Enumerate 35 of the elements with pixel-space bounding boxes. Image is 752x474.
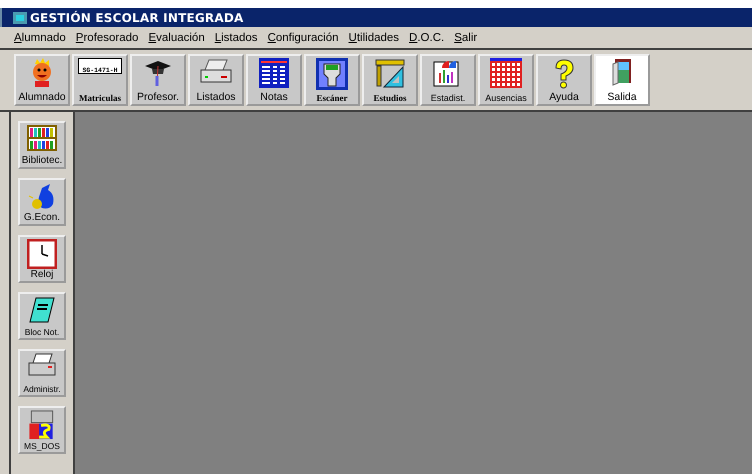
menu-item[interactable]: Profesorado xyxy=(72,32,142,44)
sidebar-button[interactable]: Bloc Not. xyxy=(18,292,66,340)
sidebar-button[interactable]: Bibliotec. xyxy=(18,121,66,169)
toolbar-button[interactable]: Alumnado xyxy=(14,54,70,106)
calendar-grid-icon xyxy=(490,58,522,88)
toolbar-button[interactable]: Escáner xyxy=(304,54,360,106)
menu-item[interactable]: Listados xyxy=(210,32,262,44)
app-icon xyxy=(13,12,27,24)
toolbar-button[interactable]: Notas xyxy=(246,54,302,106)
menu-item[interactable]: Evaluación xyxy=(144,32,209,44)
notepad-icon xyxy=(28,296,56,324)
menu-item[interactable]: Utilidades xyxy=(344,32,404,44)
clock-icon xyxy=(27,239,57,269)
scanner-icon xyxy=(316,58,348,90)
menu-item[interactable]: D.O.C. xyxy=(405,32,448,44)
id-card-icon xyxy=(78,58,122,74)
graduation-cap-icon xyxy=(143,58,173,88)
toolbar-button[interactable]: Salida xyxy=(594,54,650,106)
toolbar-button[interactable]: Estudios xyxy=(362,54,418,106)
toolbar-button[interactable]: Profesor. xyxy=(130,54,186,106)
sidebar-button[interactable]: Reloj xyxy=(18,235,66,283)
toolbar-button[interactable]: Ausencias xyxy=(478,54,534,106)
menu-item[interactable]: Salir xyxy=(450,32,482,44)
ruler-set-icon xyxy=(374,58,406,90)
menu-item[interactable]: Alumnado xyxy=(10,32,70,44)
toolbar-button[interactable]: Ayuda xyxy=(536,54,592,106)
toolbar-button[interactable]: Estadist. xyxy=(420,54,476,106)
bookshelf-icon xyxy=(27,125,57,151)
menu-item[interactable]: Configuración xyxy=(264,32,343,44)
sidebar-button[interactable]: Administr. xyxy=(18,349,66,397)
sidebar-button[interactable]: G.Econ. xyxy=(18,178,66,226)
grade-sheet-icon xyxy=(259,58,289,88)
window-title: GESTIÓN ESCOLAR INTEGRADA xyxy=(30,10,244,24)
toolbar-button[interactable]: Listados xyxy=(188,54,244,106)
sidebar-button[interactable]: MS_DOS xyxy=(18,406,66,454)
